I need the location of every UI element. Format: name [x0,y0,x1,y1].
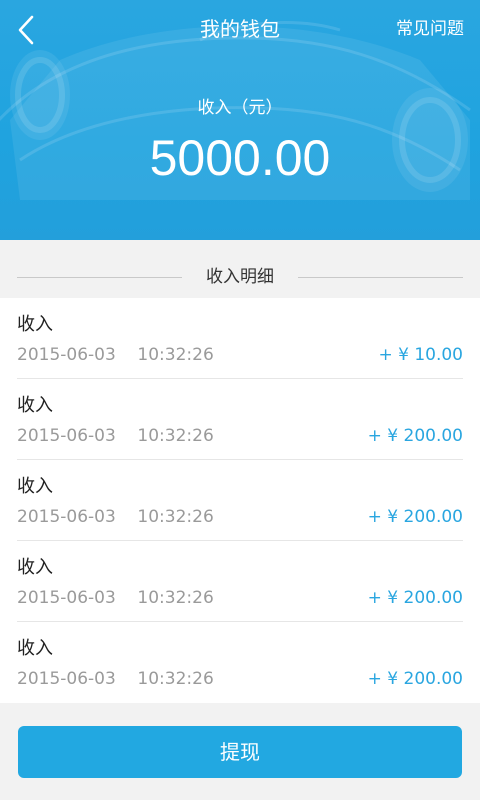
record-amount: + ¥ 200.00 [367,426,463,446]
income-record-row[interactable]: 收入 2015-06-03 10:32:26 + ¥ 200.00 [0,460,480,541]
record-type: 收入 [17,314,53,335]
record-amount: + ¥ 10.00 [378,345,463,365]
divider-left [17,277,182,278]
record-type: 收入 [17,557,53,578]
income-amount: 5000.00 [149,130,331,186]
divider-right [298,277,463,278]
record-datetime: 2015-06-03 10:32:26 [17,507,214,527]
record-datetime: 2015-06-03 10:32:26 [17,669,214,689]
income-record-row[interactable]: 收入 2015-06-03 10:32:26 + ¥ 200.00 [0,379,480,460]
income-record-list: 收入 2015-06-03 10:32:26 + ¥ 10.00 收入 2015… [0,298,480,703]
record-amount: + ¥ 200.00 [367,669,463,689]
record-datetime: 2015-06-03 10:32:26 [17,345,214,365]
record-amount: + ¥ 200.00 [367,507,463,527]
record-type: 收入 [17,395,53,416]
section-title: 收入明细 [206,267,274,287]
record-datetime: 2015-06-03 10:32:26 [17,426,214,446]
bottom-bar: 提现 [0,704,480,800]
faq-link[interactable]: 常见问题 [396,16,464,42]
income-label: 收入（元） [197,98,283,118]
wallet-header: 我的钱包 常见问题 收入（元） 5000.00 [0,0,480,240]
income-record-row[interactable]: 收入 2015-06-03 10:32:26 + ¥ 200.00 [0,541,480,622]
record-type: 收入 [17,476,53,497]
income-record-row[interactable]: 收入 2015-06-03 10:32:26 + ¥ 10.00 [0,298,480,379]
record-datetime: 2015-06-03 10:32:26 [17,588,214,608]
record-type: 收入 [17,638,53,659]
record-amount: + ¥ 200.00 [367,588,463,608]
income-record-row[interactable]: 收入 2015-06-03 10:32:26 + ¥ 200.00 [0,622,480,703]
withdraw-button[interactable]: 提现 [18,726,462,778]
income-detail-header: 收入明细 [0,240,480,298]
